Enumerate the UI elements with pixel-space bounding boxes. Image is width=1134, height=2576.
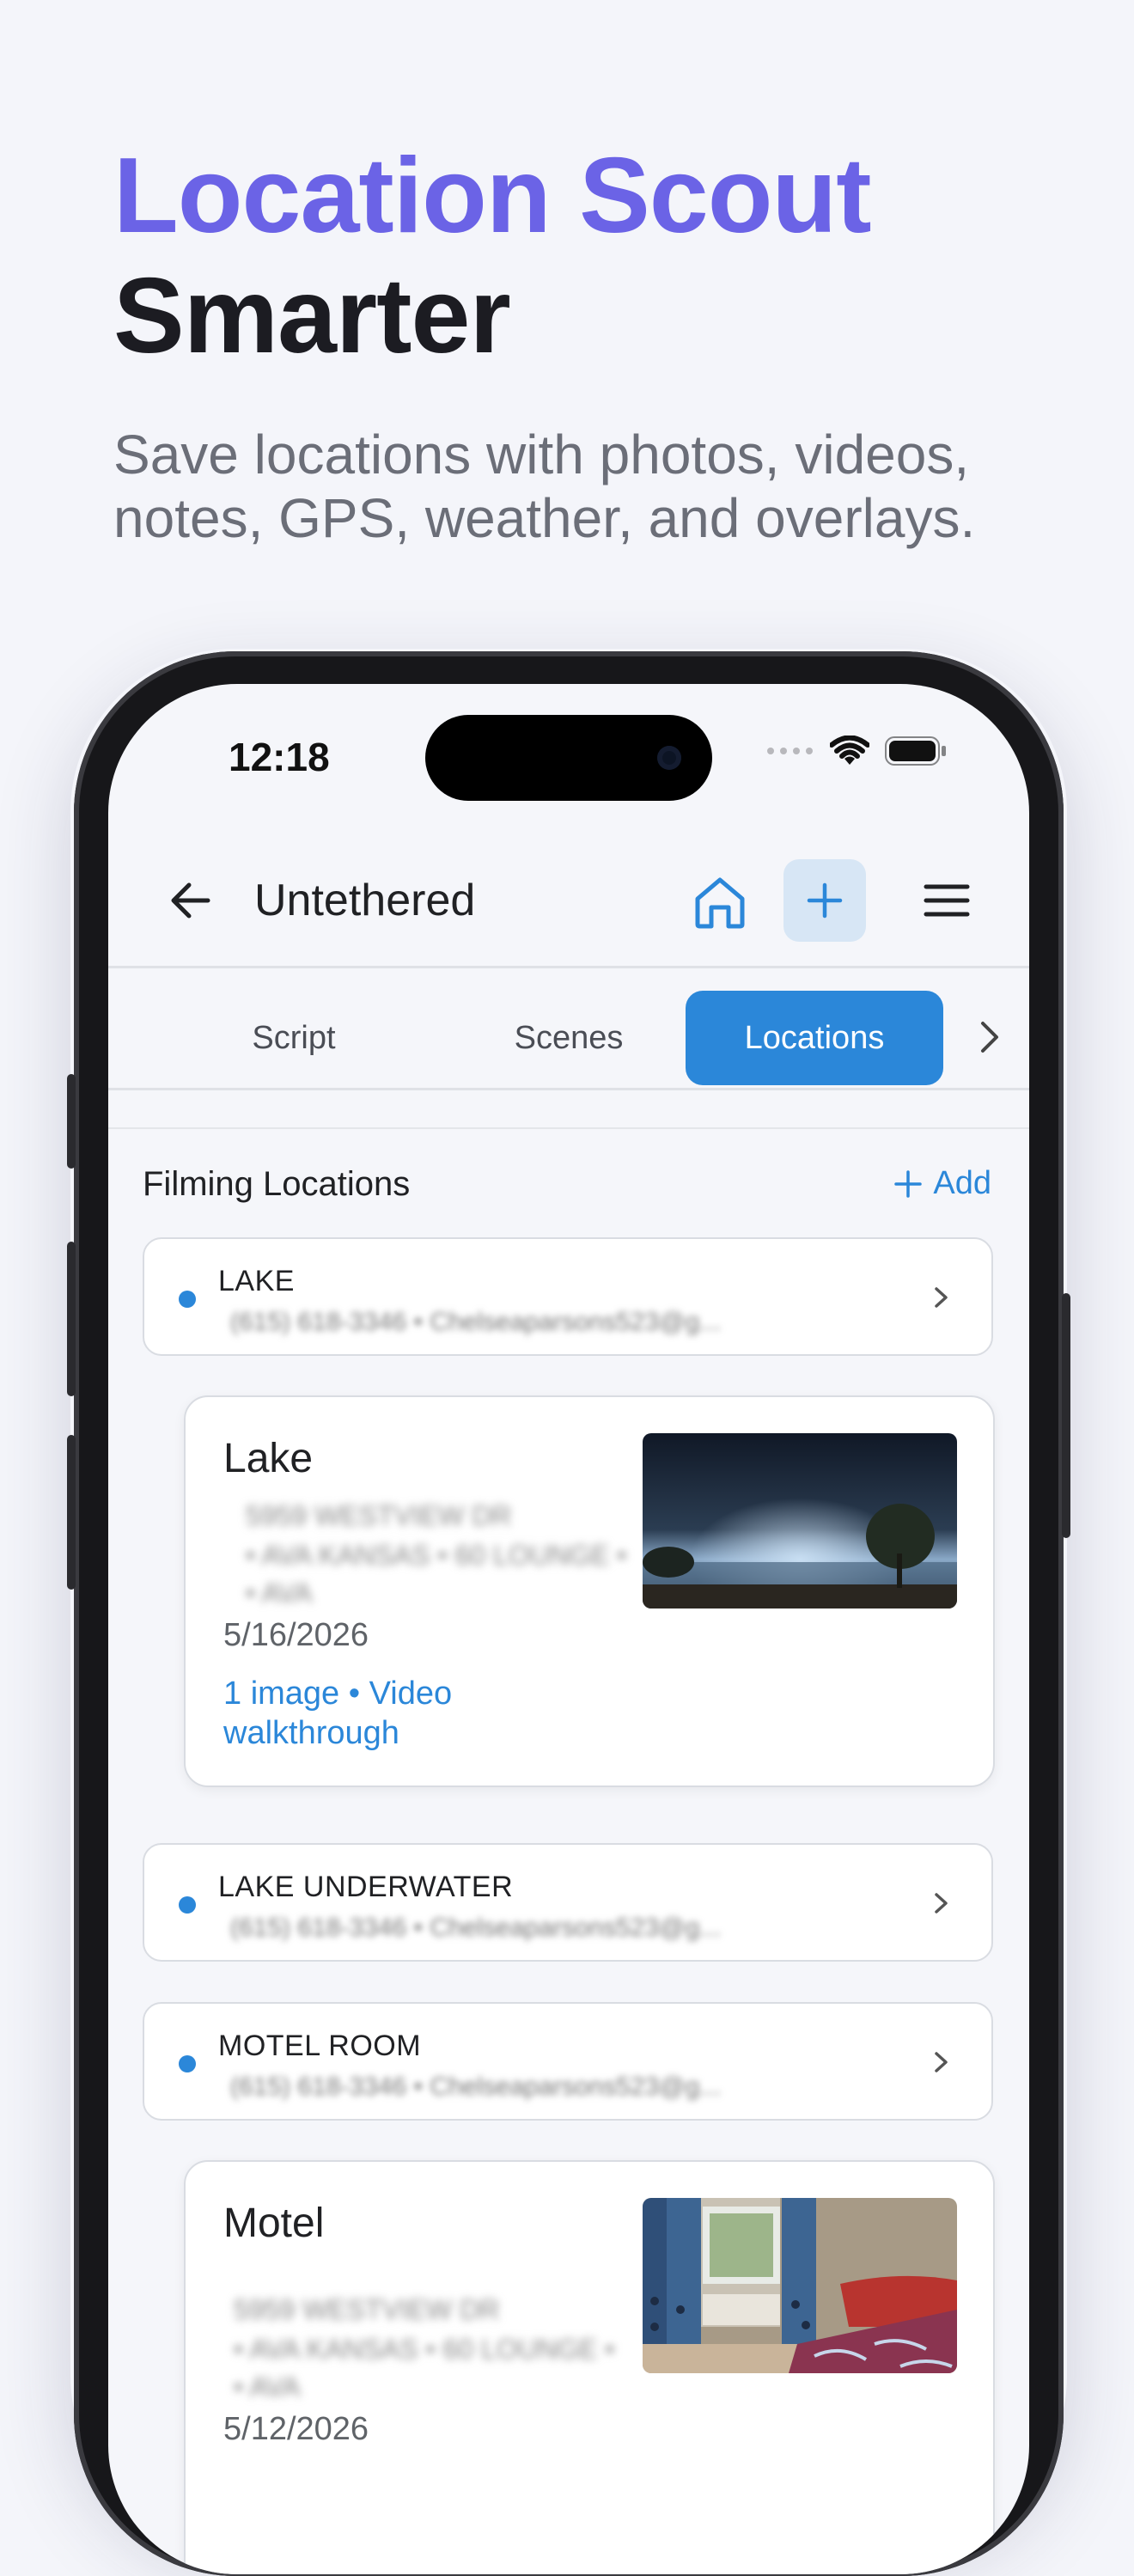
card-title: Lake (223, 1436, 314, 1481)
status-dot (179, 1896, 196, 1914)
headline-accent: Location Scout (113, 137, 872, 255)
lake-photo-thumbnail[interactable] (643, 1433, 957, 1608)
battery-icon (885, 736, 946, 766)
app-title: Untethered (254, 876, 476, 925)
blurred-address: 5959 WESTVIEW DR (234, 2294, 500, 2325)
tab-script[interactable]: Script (165, 991, 423, 1085)
status-dot (179, 2055, 196, 2072)
phone-side-button (67, 1435, 76, 1590)
location-name: MOTEL ROOM (218, 2030, 422, 2062)
add-location-button[interactable]: Add (893, 1165, 991, 1202)
add-button[interactable] (783, 859, 866, 942)
blurred-address: • AVA KANSAS • 60 LOUNGE • (234, 2334, 615, 2365)
tab-scenes[interactable]: Scenes (440, 991, 698, 1085)
location-contact: (615) 618-3346 • Chelseaparsons523@g... (230, 1914, 722, 1942)
location-name: LAKE (218, 1265, 295, 1297)
headline: Location Scout Smarter (113, 136, 872, 376)
phone-power-button (1062, 1293, 1070, 1538)
blurred-address: • AVA (246, 1578, 313, 1608)
divider (108, 1127, 1029, 1129)
blurred-address: • AVA KANSAS • 60 LOUNGE • (246, 1540, 627, 1571)
card-date: 5/12/2026 (223, 2411, 369, 2447)
wifi-icon (830, 736, 869, 765)
section-title: Filming Locations (143, 1165, 411, 1203)
chevron-right-icon (935, 1287, 948, 1308)
home-icon[interactable] (686, 868, 754, 937)
blurred-address: • AVA (234, 2372, 301, 2402)
status-dot (179, 1291, 196, 1308)
location-row[interactable]: LAKE (615) 618-3346 • Chelseaparsons523@… (143, 1237, 993, 1356)
add-label: Add (933, 1165, 991, 1201)
menu-icon[interactable] (919, 873, 974, 928)
headline-rest: Smarter (113, 257, 511, 375)
chevron-right-icon (935, 1893, 948, 1914)
location-card[interactable]: Motel 5959 WESTVIEW DR • AVA KANSAS • 60… (184, 2160, 995, 2574)
status-icons (766, 736, 947, 766)
signal-dots-icon (767, 748, 813, 754)
tab-bar: Script Scenes Locations (108, 968, 1029, 1089)
phone-side-button (67, 1074, 76, 1169)
camera-icon (657, 746, 681, 770)
motel-photo-thumbnail[interactable] (643, 2198, 957, 2373)
subheadline: Save locations with photos, videos, note… (113, 424, 976, 549)
card-media-info[interactable]: 1 image • Video walkthrough (223, 1674, 515, 1753)
location-contact: (615) 618-3346 • Chelseaparsons523@g... (230, 2072, 722, 2101)
phone-screen: 12:18 Untethered Script Scenes Locations… (108, 684, 1029, 2574)
phone-side-button (67, 1242, 76, 1396)
location-card[interactable]: Lake 5959 WESTVIEW DR • AVA KANSAS • 60 … (184, 1395, 995, 1787)
plus-icon (807, 882, 843, 919)
chevron-right-icon (935, 2052, 948, 2072)
back-arrow-icon[interactable] (163, 873, 218, 928)
location-name: LAKE UNDERWATER (218, 1871, 514, 1903)
location-row[interactable]: LAKE UNDERWATER (615) 618-3346 • Chelsea… (143, 1843, 993, 1962)
status-time: 12:18 (229, 735, 330, 779)
location-row[interactable]: MOTEL ROOM (615) 618-3346 • Chelseaparso… (143, 2002, 993, 2121)
dynamic-island (425, 715, 712, 801)
blurred-address: 5959 WESTVIEW DR (246, 1500, 512, 1531)
location-contact: (615) 618-3346 • Chelseaparsons523@g... (230, 1308, 722, 1336)
plus-icon (894, 1169, 923, 1198)
tab-locations[interactable]: Locations (686, 991, 943, 1085)
chevron-right-icon[interactable] (967, 1011, 1010, 1063)
divider (108, 1088, 1029, 1090)
app-bar: Untethered (108, 839, 1029, 968)
card-title: Motel (223, 2201, 325, 2246)
card-date: 5/16/2026 (223, 1617, 369, 1653)
